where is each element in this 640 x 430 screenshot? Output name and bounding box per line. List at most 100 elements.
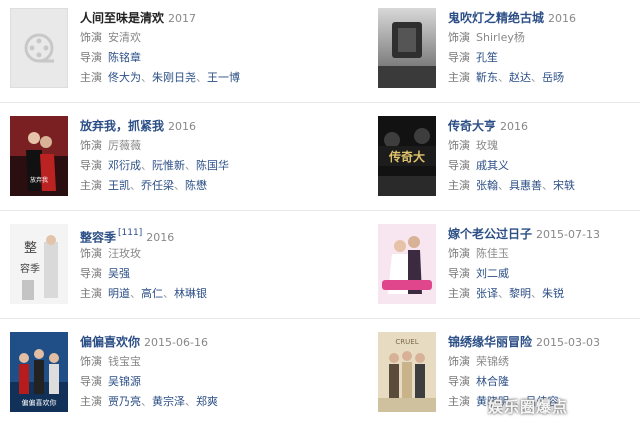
director-link[interactable]: 陈国华 [196,159,229,172]
role-value: 荣锦绣 [476,355,509,368]
svg-text:偏偏喜欢你: 偏偏喜欢你 [22,398,57,407]
movie-poster[interactable]: CRUEL [378,332,436,412]
director-link[interactable]: 戚其义 [476,159,509,172]
role-row: 饰演 汪玫玫 [80,244,290,264]
role-row: 饰演 钱宝宝 [80,352,290,372]
movie-title-line: 放弃我，抓紧我 2016 [80,114,290,136]
role-label: 饰演 [80,139,102,152]
role-value: 汪玫玫 [108,247,141,260]
svg-text:放弃我: 放弃我 [30,176,48,184]
cast-link[interactable]: 宋轶 [553,179,575,192]
cast-link[interactable]: 张翰 [476,179,498,192]
director-label: 导演 [448,159,470,172]
cast-link[interactable]: 王一博 [207,71,240,84]
movie-info: 偏偏喜欢你 2015-06-16 饰演 钱宝宝 导演 吴锦源 主演 贾乃亮、黄宗泽、郑爽 [80,330,290,412]
director-link[interactable]: 吴强 [108,267,130,280]
director-row: 导演 林合隆 [448,372,640,392]
cast-label: 主演 [80,395,102,408]
cast-link[interactable]: 贾乃亮 [108,395,141,408]
movie-year: 2016 [168,120,197,133]
movie-year: 2016 [500,120,529,133]
movie-title-line: 传奇大亨 2016 [448,114,640,136]
watermark-text: 娱乐圈爆点 [488,398,569,416]
cast-link[interactable]: 陈懋 [185,179,207,192]
movie-poster[interactable] [10,8,68,88]
director-link[interactable]: 孔笙 [476,51,498,64]
cast-link[interactable]: 具惠善 [509,179,542,192]
movie-title-link[interactable]: 鬼吹灯之精绝古城 [448,11,544,25]
cast-link[interactable]: 朱刚日尧 [152,71,196,84]
cast-link[interactable]: 岳旸 [542,71,564,84]
movie-title-link[interactable]: 锦绣缘华丽冒险 [448,335,532,349]
movie-info: 人间至味是清欢 2017 饰演 安清欢 导演 陈铭章 主演 佟大为、朱刚日尧、王一博 [80,6,290,88]
movie-title-line: 锦绣缘华丽冒险 2015-03-03 [448,330,640,352]
role-label: 饰演 [80,355,102,368]
cast-link[interactable]: 靳东 [476,71,498,84]
movie-poster[interactable]: 整容季 [10,224,68,304]
cast-link[interactable]: 林琳银 [174,287,207,300]
director-label: 导演 [80,375,102,388]
movie-poster[interactable]: 传奇大 [378,116,436,196]
cast-link[interactable]: 张译 [476,287,498,300]
director-link[interactable]: 阮惟新 [152,159,185,172]
director-link[interactable]: 陈铭章 [108,51,141,64]
cast-link[interactable]: 王凯 [108,179,130,192]
director-link[interactable]: 刘二威 [476,267,509,280]
movie-title-link[interactable]: 整容季 [80,230,116,244]
role-value: 钱宝宝 [108,355,141,368]
cast-link[interactable]: 黄宗泽 [152,395,185,408]
role-label: 饰演 [448,31,470,44]
role-value: Shirley杨 [476,31,525,44]
cast-row: 主演 贾乃亮、黄宗泽、郑爽 [80,395,218,408]
movie-info: 放弃我，抓紧我 2016 饰演 厉薇薇 导演 邓衍成、阮惟新、陈国华 主演 王凯、乔任梁、陈懋 [80,114,290,196]
cast-link[interactable]: 乔任梁 [141,179,174,192]
movie-card: 人间至味是清欢 2017 饰演 安清欢 导演 陈铭章 主演 佟大为、朱刚日尧、王一博 [0,0,290,95]
cast-row: 主演 佟大为、朱刚日尧、王一博 [80,71,240,84]
movie-title-link[interactable]: 人间至味是清欢 [80,11,164,25]
director-row: 导演 吴锦源 [80,372,290,392]
movie-poster[interactable] [378,8,436,88]
cast-row: 主演 张译、黎明、朱锐 [448,287,564,300]
movie-poster[interactable] [378,224,436,304]
movie-year: 2016 [146,231,175,245]
role-label: 饰演 [448,355,470,368]
movie-info: 鬼吹灯之精绝古城 2016 饰演 Shirley杨 导演 孔笙 主演 靳东、赵达、岳旸 [448,6,640,88]
citation-link[interactable]: [111] [118,228,142,238]
movie-card: 鬼吹灯之精绝古城 2016 饰演 Shirley杨 导演 孔笙 主演 靳东、赵达、岳旸 [368,0,640,95]
cast-label: 主演 [448,395,470,408]
row-divider [0,102,640,103]
cast-label: 主演 [448,287,470,300]
cast-link[interactable]: 朱锐 [542,287,564,300]
director-link[interactable]: 林合隆 [476,375,509,388]
director-row: 导演 刘二威 [448,264,640,284]
cast-link[interactable]: 高仁 [141,287,163,300]
director-label: 导演 [80,159,102,172]
cast-link[interactable]: 黎明 [509,287,531,300]
director-label: 导演 [80,267,102,280]
movie-info: 整容季 [111] 2016 饰演 汪玫玫 导演 吴强 主演 明道、高仁、林琳银 [80,222,290,304]
movie-year: 2016 [548,12,577,25]
director-link[interactable]: 吴锦源 [108,375,141,388]
movie-poster[interactable]: 放弃我 [10,116,68,196]
director-label: 导演 [448,267,470,280]
movie-title-link[interactable]: 嫁个老公过日子 [448,227,532,241]
director-link[interactable]: 邓衍成 [108,159,141,172]
movie-year: 2015-06-16 [144,336,208,349]
cast-label: 主演 [80,287,102,300]
role-label: 饰演 [80,247,102,260]
director-row: 导演 陈铭章 [80,48,290,68]
role-row: 饰演 陈佳玉 [448,244,640,264]
movie-poster[interactable]: 偏偏喜欢你 [10,332,68,412]
cast-label: 主演 [448,179,470,192]
movie-title-link[interactable]: 传奇大亨 [448,119,496,133]
cast-link[interactable]: 郑爽 [196,395,218,408]
svg-text:CRUEL: CRUEL [395,338,418,346]
cast-link[interactable]: 佟大为 [108,71,141,84]
movie-title-link[interactable]: 偏偏喜欢你 [80,335,140,349]
director-label: 导演 [448,51,470,64]
row-divider [0,318,640,319]
cast-link[interactable]: 明道 [108,287,130,300]
cast-link[interactable]: 赵达 [509,71,531,84]
movie-title-link[interactable]: 放弃我，抓紧我 [80,119,164,133]
movie-card: 偏偏喜欢你 偏偏喜欢你 2015-06-16 饰演 钱宝宝 导演 吴锦源 主演 贾乃亮、黄宗泽、… [0,324,290,419]
